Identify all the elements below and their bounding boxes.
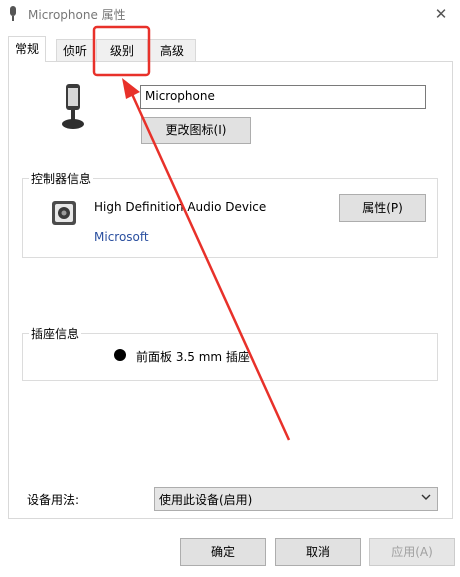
highlight-box	[92, 25, 151, 77]
annotation-arrow-shaft	[130, 93, 291, 441]
annotation-overlay	[92, 25, 291, 441]
tab-label: 常规	[14, 42, 39, 56]
tab-general[interactable]: 常规	[8, 36, 46, 62]
annotation-arrow-head	[122, 78, 140, 99]
